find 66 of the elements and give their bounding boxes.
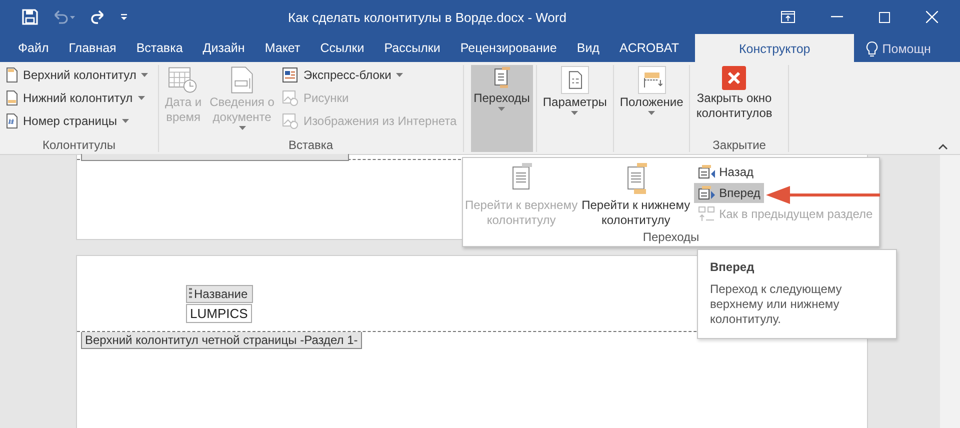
help-label: Помощн bbox=[882, 42, 931, 56]
header-label: Верхний колонтитул четной страницы -Раздел 1- bbox=[81, 332, 362, 349]
group-title: Вставка bbox=[288, 138, 334, 152]
footer-page-icon bbox=[6, 90, 18, 106]
ribbon-tab[interactable]: Рассылки bbox=[374, 36, 450, 62]
panel-button[interactable]: Вперед bbox=[694, 183, 764, 203]
scrollbar[interactable] bbox=[940, 155, 960, 428]
ribbon-tab[interactable]: ACROBAT bbox=[609, 36, 689, 62]
caret-icon bbox=[141, 73, 148, 77]
group-title: Колонтитулы bbox=[41, 138, 117, 152]
maximize-icon[interactable] bbox=[879, 12, 890, 22]
group-title: Переходы bbox=[642, 230, 700, 246]
caret-icon bbox=[648, 111, 656, 115]
ribbon-tab[interactable]: Конструктор bbox=[694, 34, 854, 62]
panel-button[interactable]: Назад bbox=[694, 162, 758, 182]
ribbon-tab[interactable]: Вставка bbox=[126, 36, 193, 62]
previous-icon bbox=[698, 164, 716, 180]
ribbon-button[interactable]: Нижний колонтитул bbox=[3, 88, 152, 108]
ribbon-button[interactable]: Верхний колонтитул bbox=[3, 65, 152, 85]
close-icon bbox=[722, 66, 746, 90]
ribbon-button[interactable]: Экспресс-блоки bbox=[279, 65, 460, 85]
close-icon[interactable] bbox=[926, 11, 938, 23]
tooltip-title: Вперед bbox=[710, 260, 756, 274]
caret-icon bbox=[396, 73, 404, 77]
ribbon-button[interactable]: Переходы bbox=[470, 65, 533, 152]
ribbon-tab[interactable]: Дизайн bbox=[192, 36, 255, 62]
online-picture-icon bbox=[282, 113, 298, 129]
content-control-title[interactable]: Название bbox=[186, 285, 253, 303]
caret-icon bbox=[498, 107, 506, 111]
picture-icon bbox=[282, 90, 298, 106]
minimize-icon[interactable] bbox=[831, 16, 843, 18]
caret-icon bbox=[122, 119, 129, 123]
ribbon-display-icon[interactable] bbox=[781, 11, 795, 23]
options-page-icon bbox=[560, 66, 589, 94]
next-icon bbox=[698, 185, 716, 201]
link-previous-icon bbox=[698, 206, 716, 222]
ribbon-tab[interactable]: Главная bbox=[58, 36, 126, 62]
quick-parts-icon bbox=[282, 67, 298, 83]
window-title: Как сделать колонтитулы в Ворде.docx - Word bbox=[287, 10, 568, 24]
page-number-icon bbox=[6, 113, 18, 129]
collapse-ribbon-icon[interactable] bbox=[938, 144, 948, 150]
content-control-field[interactable]: LUMPICS bbox=[186, 304, 252, 323]
ribbon-button[interactable]: Закрыть окно колонтитулов bbox=[693, 65, 776, 138]
group-title: Закрытие bbox=[712, 138, 767, 152]
calendar-clock-icon bbox=[168, 66, 198, 94]
ribbon-tab[interactable]: Вид bbox=[566, 36, 610, 62]
customize-icon[interactable] bbox=[120, 13, 128, 21]
position-icon bbox=[638, 66, 666, 94]
ribbon-tab[interactable]: Ссылки bbox=[310, 36, 374, 62]
ribbon-tab[interactable]: Рецензирование bbox=[450, 36, 567, 62]
lightbulb-icon bbox=[866, 41, 878, 57]
ribbon-button[interactable]: Положение bbox=[616, 65, 686, 152]
header-page-icon bbox=[6, 67, 18, 83]
caret-icon bbox=[571, 111, 578, 115]
ribbon-tab[interactable]: Макет bbox=[254, 36, 310, 62]
document-info-icon bbox=[230, 66, 254, 94]
ribbon-button[interactable]: Параметры bbox=[540, 65, 610, 152]
ribbon-button[interactable]: Номер страницы bbox=[3, 111, 152, 131]
help-search[interactable]: Помощн bbox=[866, 36, 931, 62]
caret-icon bbox=[238, 126, 246, 130]
tooltip-text: Переход к следующему верхнему или нижнему колонтитулу. bbox=[710, 282, 843, 327]
panel-button[interactable]: Перейти к нижнему колонтитулу bbox=[580, 162, 692, 230]
ribbon-tab[interactable]: Файл bbox=[8, 36, 59, 62]
caret-icon bbox=[138, 96, 145, 100]
redo-icon[interactable] bbox=[90, 9, 106, 25]
save-icon[interactable] bbox=[22, 9, 38, 25]
